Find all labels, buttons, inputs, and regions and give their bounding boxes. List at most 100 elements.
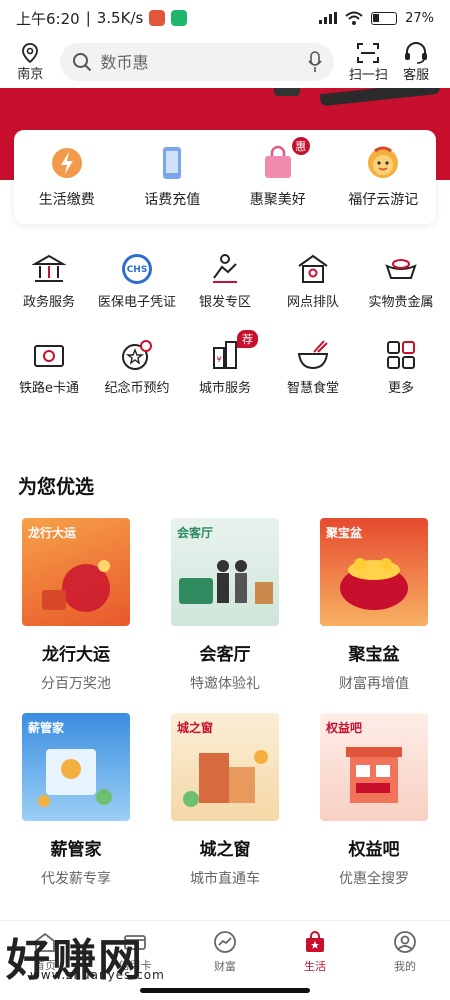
nav-label: 我的 [394,959,416,973]
quick-item-utility-payment[interactable]: 生活缴费 [17,145,117,209]
service-elderly[interactable]: 银发专区 [182,252,268,312]
gold-ingot-icon [385,259,417,279]
treasure-bowl-icon [340,558,408,610]
card-name: 薪管家 [50,840,102,860]
card-subtitle: 城市直通车 [190,871,260,887]
nav-profile[interactable]: 我的 [360,921,450,982]
section-title: 为您优选 [18,476,95,498]
location-label: 南京 [17,66,44,82]
service-row: 政务服务 CHS 医保电子凭证 银发专区 网点排队 实物贵金属 [0,252,450,312]
network-speed: 3.5K/s [96,9,144,27]
service-more[interactable]: 更多 [358,338,444,398]
nav-life[interactable]: 生活 [270,921,360,982]
service-smart-canteen[interactable]: 智慧食堂 [270,338,356,398]
quick-item-phone-topup[interactable]: 话费充值 [122,145,222,209]
card-thumbnail: 龙行大运 [22,518,130,626]
mascot-icon [368,146,399,178]
service-commemorative-coin[interactable]: 纪念币预约 [94,338,180,398]
service-precious-metals[interactable]: 实物贵金属 [358,252,444,312]
branch-queue-icon [298,254,328,283]
service-label: 城市服务 [198,381,251,396]
service-label: 客服 [403,67,430,83]
elderly-icon [213,254,237,283]
home-indicator[interactable] [140,988,310,993]
quick-item-label: 生活缴费 [38,192,95,208]
card-city-window[interactable]: 城之窗 城之窗 城市直通车 [163,713,287,888]
quick-item-mascot-travel[interactable]: 福仔云游记 [333,145,433,209]
service-branch-queue[interactable]: 网点排队 [270,252,356,312]
service-label: 更多 [387,381,414,396]
card-row: 薪管家 薪管家 代发薪专享 城之窗 城之窗 城市直通车 权益吧 权益吧 优惠全搜… [0,713,450,888]
shield-notification-icon [171,10,188,26]
salary-illustration-icon [38,749,112,807]
app-screen: 上午6:20 | 3.5K/s 27% 南京 扫一扫 [0,0,450,1000]
more-grid-icon [387,341,415,369]
microphone-icon[interactable] [308,51,323,73]
card-treasure-bowl[interactable]: 聚宝盆 聚宝盆 财富再增值 [312,518,436,693]
chs-icon: CHS [122,254,152,284]
card-thumbnail: 城之窗 [171,713,279,821]
banner-decoration [274,88,300,96]
wifi-icon [345,11,363,25]
card-thumbnail: 薪管家 [22,713,130,821]
scan-icon [357,42,380,63]
quick-item-label: 话费充值 [144,192,201,208]
top-header: 南京 扫一扫 客服 [0,36,450,88]
recommend-badge: 荐 [237,330,258,348]
banner-decoration [319,88,441,107]
app-notification-icon [149,10,166,26]
search-input[interactable] [100,52,301,72]
card-salary-manager[interactable]: 薪管家 薪管家 代发薪专享 [14,713,138,888]
recommend-cards: 龙行大运 龙行大运 分百万奖池 会客厅 会客厅 特邀体验礼 聚宝盆 聚宝盆 财富… [0,518,450,888]
dragon-illustration-icon [42,560,110,612]
card-name: 龙行大运 [42,645,110,665]
phone-icon [163,147,182,179]
card-subtitle: 代发薪专享 [41,871,111,887]
service-medical-insurance[interactable]: CHS 医保电子凭证 [94,252,180,312]
card-name: 权益吧 [348,840,400,860]
card-subtitle: 财富再增值 [339,676,409,692]
service-grid: 政务服务 CHS 医保电子凭证 银发专区 网点排队 实物贵金属 铁路e卡通 纪念… [0,252,450,398]
profile-icon [394,930,416,953]
card-dragon-luck[interactable]: 龙行大运 龙行大运 分百万奖池 [14,518,138,693]
lightning-icon [51,148,82,178]
card-thumbnail: 权益吧 [320,713,428,821]
nav-label: 生活 [304,959,326,973]
quick-actions-card: 生活缴费 话费充值 惠 惠聚美好 福仔云游记 [14,130,436,224]
customer-service-button[interactable]: 客服 [392,41,440,83]
shop-stall-icon [346,747,402,803]
service-railway-card[interactable]: 铁路e卡通 [6,338,92,398]
scan-button[interactable]: 扫一扫 [344,42,392,83]
card-subtitle: 优惠全搜罗 [339,871,409,887]
scan-label: 扫一扫 [348,67,388,83]
quick-item-label: 惠聚美好 [249,192,306,208]
service-row: 铁路e卡通 纪念币预约 荐 ¥ 城市服务 智慧食堂 更多 [0,330,450,398]
location-pin-icon [22,42,39,63]
service-label: 纪念币预约 [104,381,170,396]
card-thumbnail: 聚宝盆 [320,518,428,626]
service-label: 政务服务 [22,295,75,310]
service-city[interactable]: 荐 ¥ 城市服务 [182,330,268,398]
card-subtitle: 分百万奖池 [41,676,111,692]
card-guest-lounge[interactable]: 会客厅 会客厅 特邀体验礼 [163,518,287,693]
railway-card-icon [34,345,64,367]
life-bag-icon [306,930,324,952]
battery-icon [371,11,398,25]
card-thumbnail: 会客厅 [171,518,279,626]
coin-clock-icon [122,340,152,370]
watermark-url: www.zhuanyes.com [30,968,165,982]
quick-item-deals[interactable]: 惠 惠聚美好 [228,137,328,209]
location-selector[interactable]: 南京 [10,42,50,82]
quick-item-label: 福仔云游记 [348,192,419,208]
wealth-chart-icon [214,930,236,953]
nav-label: 财富 [214,959,236,973]
nav-wealth[interactable]: 财富 [180,921,270,982]
service-government[interactable]: 政务服务 [6,252,92,312]
svg-text:CHS: CHS [127,265,148,275]
search-bar[interactable] [60,43,335,81]
battery-percent: 27% [405,10,434,26]
card-benefits-bar[interactable]: 权益吧 权益吧 优惠全搜罗 [312,713,436,888]
status-bar: 上午6:20 | 3.5K/s 27% [16,9,434,28]
card-row: 龙行大运 龙行大运 分百万奖池 会客厅 会客厅 特邀体验礼 聚宝盆 聚宝盆 财富… [0,518,450,693]
service-label: 智慧食堂 [286,381,339,396]
